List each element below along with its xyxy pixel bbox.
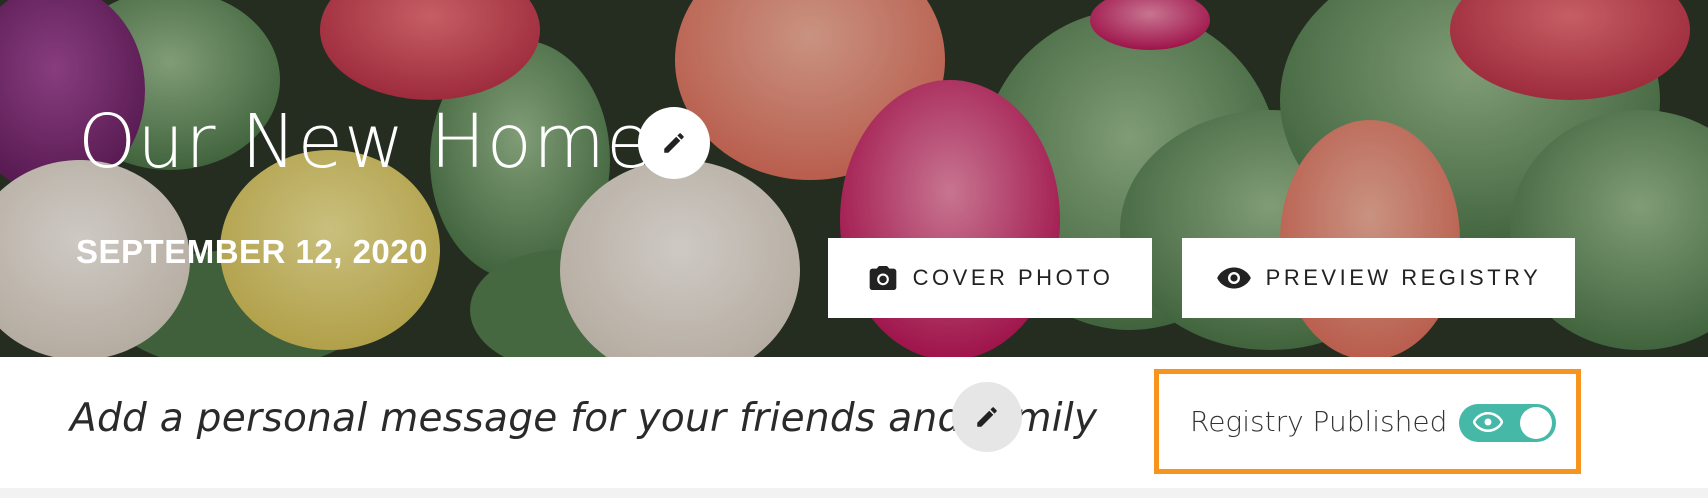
cover-photo-button[interactable]: COVER PHOTO: [828, 238, 1152, 318]
registry-published-label: Registry Published: [1190, 405, 1448, 438]
hero-banner: Our New Home! SEPTEMBER 12, 2020 COVER P…: [0, 0, 1708, 357]
eye-icon: [1473, 412, 1503, 432]
cover-photo-label: COVER PHOTO: [912, 265, 1114, 290]
registry-title: Our New Home!: [78, 99, 684, 185]
divider: [0, 488, 1708, 498]
toggle-knob: [1520, 407, 1552, 439]
registry-published-toggle[interactable]: [1459, 404, 1556, 442]
pencil-icon: [977, 407, 997, 427]
personal-message-placeholder[interactable]: Add a personal message for your friends …: [70, 396, 1097, 441]
edit-message-button[interactable]: [952, 382, 1022, 452]
pencil-icon: [664, 133, 684, 153]
eye-icon: [1216, 267, 1251, 289]
event-date: SEPTEMBER 12, 2020: [76, 233, 428, 270]
preview-registry-label: PREVIEW REGISTRY: [1265, 265, 1542, 290]
edit-title-button[interactable]: [638, 107, 710, 179]
preview-registry-button[interactable]: PREVIEW REGISTRY: [1182, 238, 1575, 318]
camera-icon: [869, 266, 896, 290]
